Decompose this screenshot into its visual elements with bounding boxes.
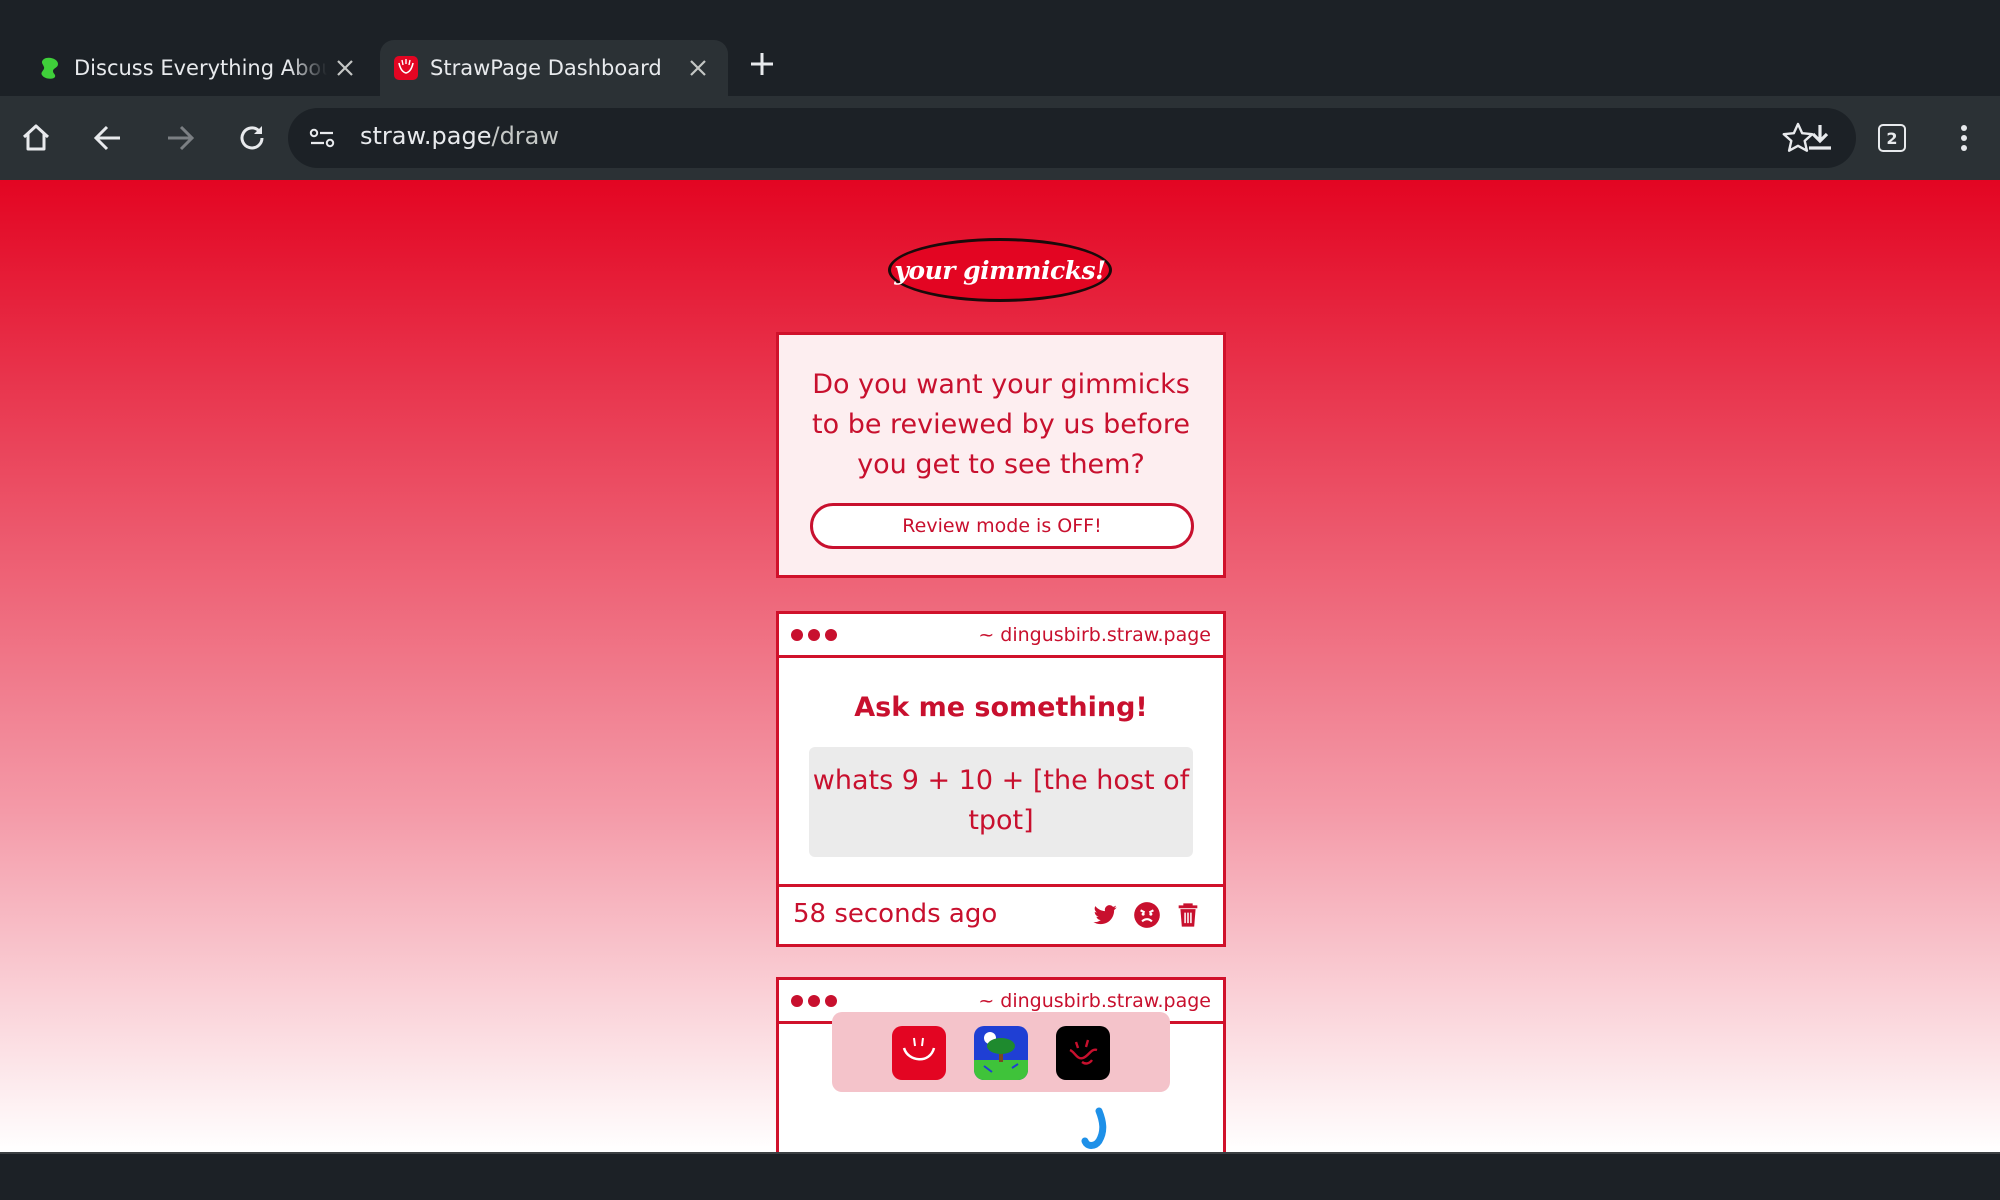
- drawing-thumbnail[interactable]: [974, 1026, 1028, 1080]
- review-question: Do you want your gimmicks to be reviewed…: [812, 369, 1190, 480]
- tab-strip: Discuss Everything About B StrawPage Das…: [0, 0, 2000, 96]
- post-title: Ask me something!: [854, 692, 1148, 723]
- gimmick-post: ~ dingusbirb.straw.page: [776, 977, 1226, 1152]
- tab-strawpage-dashboard[interactable]: StrawPage Dashboard: [380, 40, 728, 96]
- site-settings-icon[interactable]: [308, 124, 336, 152]
- url-text[interactable]: straw.page/draw: [360, 122, 559, 150]
- download-button[interactable]: [1798, 116, 1842, 160]
- page-content: your gimmicks! Do you want your gimmicks…: [0, 180, 2000, 1152]
- green-blob-icon: [38, 56, 62, 80]
- post-timestamp: 58 seconds ago: [793, 899, 998, 929]
- strawpage-icon: [394, 56, 418, 80]
- smiley-drawing-icon: [902, 1037, 936, 1061]
- review-mode-toggle[interactable]: Review mode is OFF!: [810, 503, 1194, 549]
- post-header: ~ dingusbirb.straw.page: [779, 614, 1223, 658]
- more-vertical-icon: [1961, 125, 1967, 151]
- back-button[interactable]: [86, 116, 130, 160]
- angry-face-icon[interactable]: [1133, 901, 1161, 929]
- post-owner[interactable]: ~ dingusbirb.straw.page: [978, 990, 1211, 1012]
- tree-drawing-icon: [974, 1032, 1028, 1080]
- reload-button[interactable]: [230, 116, 274, 160]
- new-tab-button[interactable]: [742, 44, 782, 84]
- scribble-drawing-icon: [1069, 1039, 1098, 1065]
- home-button[interactable]: [14, 116, 58, 160]
- browser-toolbar: straw.page/draw 2: [0, 96, 2000, 180]
- close-tab-icon[interactable]: [680, 50, 716, 86]
- home-icon: [22, 124, 50, 151]
- url-path: /draw: [491, 122, 560, 150]
- drawing-thumbnail[interactable]: [1056, 1026, 1110, 1080]
- back-arrow-icon: [93, 125, 120, 151]
- menu-button[interactable]: [1942, 116, 1986, 160]
- post-footer: 58 seconds ago: [779, 884, 1223, 944]
- twitter-icon[interactable]: [1091, 901, 1119, 929]
- download-icon: [1809, 125, 1831, 150]
- address-bar[interactable]: straw.page/draw: [288, 108, 1856, 168]
- post-options-dots[interactable]: [791, 995, 837, 1007]
- drawing-thumbnail[interactable]: [892, 1026, 946, 1080]
- blue-doodle-icon: [1081, 1107, 1107, 1149]
- plus-icon: [751, 53, 773, 75]
- page-logo: your gimmicks!: [888, 238, 1112, 302]
- logo-text: your gimmicks!: [894, 255, 1106, 285]
- close-tab-icon[interactable]: [327, 50, 363, 86]
- forward-arrow-icon: [168, 125, 195, 151]
- tab-discuss[interactable]: Discuss Everything About B: [0, 40, 375, 96]
- tab-title: Discuss Everything About B: [74, 56, 327, 80]
- forward-button[interactable]: [158, 116, 202, 160]
- url-host: straw.page: [360, 122, 492, 150]
- tab-count: 2: [1886, 128, 1898, 148]
- tab-title: StrawPage Dashboard: [430, 56, 662, 80]
- post-question: whats 9 + 10 + [the host of tpot]: [809, 747, 1193, 857]
- tab-count-icon: 2: [1878, 124, 1906, 152]
- review-settings-card: Do you want your gimmicks to be reviewed…: [776, 332, 1226, 578]
- gimmick-post: ~ dingusbirb.straw.page Ask me something…: [776, 611, 1226, 947]
- post-owner[interactable]: ~ dingusbirb.straw.page: [978, 624, 1211, 646]
- post-options-dots[interactable]: [791, 629, 837, 641]
- bottom-system-bar: [0, 1152, 2000, 1200]
- reload-icon: [240, 126, 264, 150]
- trash-icon[interactable]: [1174, 901, 1202, 929]
- tab-switcher-button[interactable]: 2: [1870, 116, 1914, 160]
- drawing-thumbnails: [832, 1012, 1170, 1092]
